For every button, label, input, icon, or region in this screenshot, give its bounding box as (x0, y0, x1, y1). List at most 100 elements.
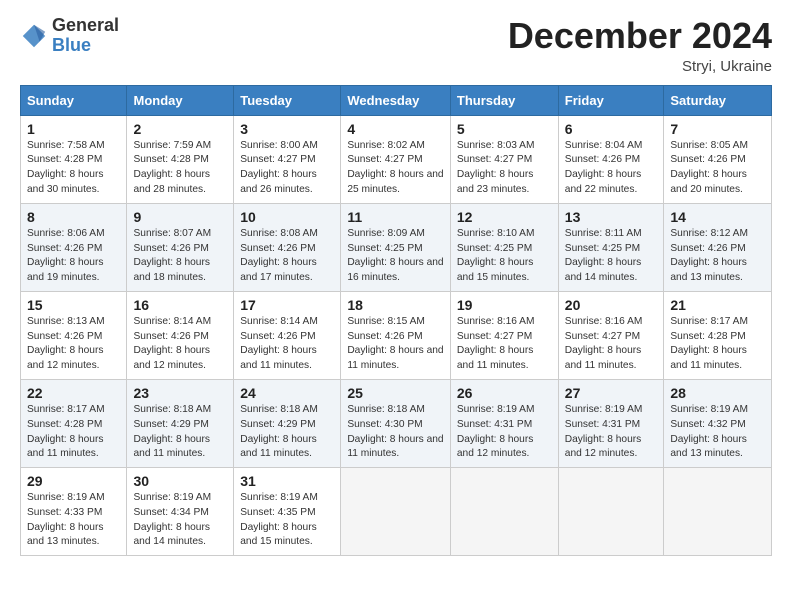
day-number: 27 (565, 385, 658, 401)
day-info: Sunrise: 8:14 AM Sunset: 4:26 PM Dayligh… (133, 315, 227, 374)
generalblue-logo-icon (20, 22, 48, 50)
calendar-week-row: 22 Sunrise: 8:17 AM Sunset: 4:28 PM Dayli… (21, 379, 772, 467)
day-info: Sunrise: 8:14 AM Sunset: 4:26 PM Dayligh… (240, 315, 334, 374)
day-info: Sunrise: 8:12 AM Sunset: 4:26 PM Dayligh… (670, 227, 765, 286)
day-number: 2 (133, 121, 227, 137)
day-info: Sunrise: 8:10 AM Sunset: 4:25 PM Dayligh… (457, 227, 552, 286)
day-number: 26 (457, 385, 552, 401)
day-number: 17 (240, 297, 334, 313)
day-number: 29 (27, 473, 120, 489)
day-number: 19 (457, 297, 552, 313)
day-info: Sunrise: 8:00 AM Sunset: 4:27 PM Dayligh… (240, 139, 334, 198)
calendar-day-cell: 19Sunrise: 8:16 AM Sunset: 4:27 PM Dayli… (450, 291, 558, 379)
day-info: Sunrise: 8:06 AM Sunset: 4:26 PM Dayligh… (27, 227, 120, 286)
day-number: 9 (133, 209, 227, 225)
day-number: 20 (565, 297, 658, 313)
calendar-day-cell: 25Sunrise: 8:18 AM Sunset: 4:30 PM Dayli… (341, 379, 451, 467)
day-info: Sunrise: 8:19 AM Sunset: 4:31 PM Dayligh… (565, 403, 658, 462)
calendar-day-cell: 2 Sunrise: 7:59 AM Sunset: 4:28 PM Daylig… (127, 115, 234, 203)
day-info: Sunrise: 8:04 AM Sunset: 4:26 PM Dayligh… (565, 139, 658, 198)
day-info: Sunrise: 8:09 AM Sunset: 4:25 PM Dayligh… (347, 227, 444, 286)
calendar-day-cell: 6Sunrise: 8:04 AM Sunset: 4:26 PM Daylig… (558, 115, 664, 203)
day-number: 11 (347, 209, 444, 225)
calendar-header-cell: Sunday (21, 85, 127, 115)
day-number: 31 (240, 473, 334, 489)
calendar-day-cell: 7Sunrise: 8:05 AM Sunset: 4:26 PM Daylig… (664, 115, 772, 203)
day-info: Sunrise: 8:19 AM Sunset: 4:31 PM Dayligh… (457, 403, 552, 462)
day-info: Sunrise: 8:17 AM Sunset: 4:28 PM Dayligh… (27, 403, 120, 462)
day-info: Sunrise: 8:11 AM Sunset: 4:25 PM Dayligh… (565, 227, 658, 286)
calendar-header-cell: Tuesday (234, 85, 341, 115)
day-number: 5 (457, 121, 552, 137)
calendar-day-cell: 30 Sunrise: 8:19 AM Sunset: 4:34 PM Dayli… (127, 468, 234, 556)
calendar-day-cell: 23Sunrise: 8:18 AM Sunset: 4:29 PM Dayli… (127, 379, 234, 467)
day-number: 13 (565, 209, 658, 225)
title-block: December 2024 Stryi, Ukraine (508, 16, 772, 75)
calendar-day-cell: 11 Sunrise: 8:09 AM Sunset: 4:25 PM Dayli… (341, 203, 451, 291)
calendar-day-cell: 17 Sunrise: 8:14 AM Sunset: 4:26 PM Dayli… (234, 291, 341, 379)
day-number: 30 (133, 473, 227, 489)
calendar-header-cell: Thursday (450, 85, 558, 115)
page-header: General Blue December 2024 Stryi, Ukrain… (20, 16, 772, 75)
day-info: Sunrise: 8:13 AM Sunset: 4:26 PM Dayligh… (27, 315, 120, 374)
day-number: 3 (240, 121, 334, 137)
calendar-day-cell (341, 468, 451, 556)
day-number: 28 (670, 385, 765, 401)
calendar-day-cell: 5 Sunrise: 8:03 AM Sunset: 4:27 PM Daylig… (450, 115, 558, 203)
calendar-day-cell: 28Sunrise: 8:19 AM Sunset: 4:32 PM Dayli… (664, 379, 772, 467)
page-subtitle: Stryi, Ukraine (508, 58, 772, 75)
calendar-day-cell: 16 Sunrise: 8:14 AM Sunset: 4:26 PM Dayli… (127, 291, 234, 379)
day-info: Sunrise: 8:19 AM Sunset: 4:35 PM Dayligh… (240, 491, 334, 550)
calendar-day-cell (664, 468, 772, 556)
calendar-day-cell: 12 Sunrise: 8:10 AM Sunset: 4:25 PM Dayli… (450, 203, 558, 291)
calendar-day-cell: 8 Sunrise: 8:06 AM Sunset: 4:26 PM Daylig… (21, 203, 127, 291)
calendar-day-cell (450, 468, 558, 556)
day-number: 12 (457, 209, 552, 225)
day-number: 21 (670, 297, 765, 313)
day-number: 14 (670, 209, 765, 225)
calendar-day-cell: 15Sunrise: 8:13 AM Sunset: 4:26 PM Dayli… (21, 291, 127, 379)
calendar-header-cell: Friday (558, 85, 664, 115)
calendar-day-cell: 4Sunrise: 8:02 AM Sunset: 4:27 PM Daylig… (341, 115, 451, 203)
calendar-day-cell: 24 Sunrise: 8:18 AM Sunset: 4:29 PM Dayli… (234, 379, 341, 467)
day-info: Sunrise: 7:59 AM Sunset: 4:28 PM Dayligh… (133, 139, 227, 198)
calendar-day-cell: 26 Sunrise: 8:19 AM Sunset: 4:31 PM Dayli… (450, 379, 558, 467)
day-info: Sunrise: 7:58 AM Sunset: 4:28 PM Dayligh… (27, 139, 120, 198)
day-info: Sunrise: 8:17 AM Sunset: 4:28 PM Dayligh… (670, 315, 765, 374)
day-info: Sunrise: 8:16 AM Sunset: 4:27 PM Dayligh… (565, 315, 658, 374)
calendar-day-cell: 10 Sunrise: 8:08 AM Sunset: 4:26 PM Dayli… (234, 203, 341, 291)
day-number: 25 (347, 385, 444, 401)
calendar-header-cell: Wednesday (341, 85, 451, 115)
calendar-day-cell: 21 Sunrise: 8:17 AM Sunset: 4:28 PM Dayli… (664, 291, 772, 379)
calendar-day-cell: 20 Sunrise: 8:16 AM Sunset: 4:27 PM Dayli… (558, 291, 664, 379)
calendar-body: 1 Sunrise: 7:58 AM Sunset: 4:28 PM Daylig… (21, 115, 772, 556)
calendar-day-cell: 3 Sunrise: 8:00 AM Sunset: 4:27 PM Daylig… (234, 115, 341, 203)
calendar-day-cell: 9 Sunrise: 8:07 AM Sunset: 4:26 PM Daylig… (127, 203, 234, 291)
day-info: Sunrise: 8:07 AM Sunset: 4:26 PM Dayligh… (133, 227, 227, 286)
logo-text-blue: Blue (52, 35, 91, 55)
calendar-header-cell: Saturday (664, 85, 772, 115)
day-number: 23 (133, 385, 227, 401)
day-number: 1 (27, 121, 120, 137)
calendar-day-cell: 1 Sunrise: 7:58 AM Sunset: 4:28 PM Daylig… (21, 115, 127, 203)
calendar-day-cell: 29 Sunrise: 8:19 AM Sunset: 4:33 PM Dayli… (21, 468, 127, 556)
day-info: Sunrise: 8:19 AM Sunset: 4:34 PM Dayligh… (133, 491, 227, 550)
calendar-header: SundayMondayTuesdayWednesdayThursdayFrid… (21, 85, 772, 115)
day-info: Sunrise: 8:03 AM Sunset: 4:27 PM Dayligh… (457, 139, 552, 198)
day-number: 22 (27, 385, 120, 401)
day-number: 24 (240, 385, 334, 401)
calendar-week-row: 15Sunrise: 8:13 AM Sunset: 4:26 PM Dayli… (21, 291, 772, 379)
calendar-table: SundayMondayTuesdayWednesdayThursdayFrid… (20, 85, 772, 557)
calendar-day-cell: 27 Sunrise: 8:19 AM Sunset: 4:31 PM Dayli… (558, 379, 664, 467)
logo: General Blue (20, 16, 119, 56)
day-number: 16 (133, 297, 227, 313)
calendar-day-cell: 18Sunrise: 8:15 AM Sunset: 4:26 PM Dayli… (341, 291, 451, 379)
day-info: Sunrise: 8:18 AM Sunset: 4:29 PM Dayligh… (240, 403, 334, 462)
day-number: 4 (347, 121, 444, 137)
calendar-day-cell (558, 468, 664, 556)
calendar-week-row: 8 Sunrise: 8:06 AM Sunset: 4:26 PM Daylig… (21, 203, 772, 291)
day-info: Sunrise: 8:08 AM Sunset: 4:26 PM Dayligh… (240, 227, 334, 286)
day-info: Sunrise: 8:19 AM Sunset: 4:33 PM Dayligh… (27, 491, 120, 550)
day-number: 8 (27, 209, 120, 225)
day-number: 10 (240, 209, 334, 225)
